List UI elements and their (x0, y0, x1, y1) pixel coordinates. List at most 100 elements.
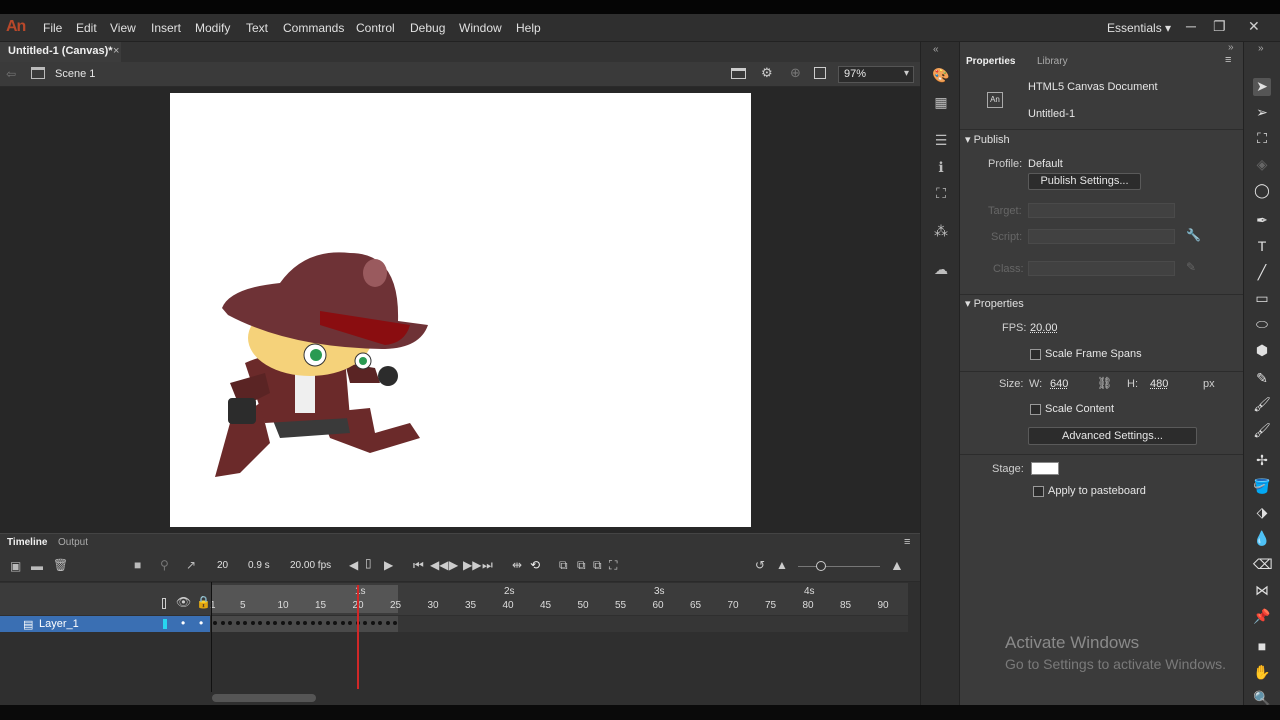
publish-section-header[interactable]: ▾ Publish (965, 133, 1010, 146)
scene-label[interactable]: Scene 1 (55, 68, 95, 80)
cowboy-character[interactable] (170, 93, 751, 527)
layer-lock-dot[interactable]: • (199, 616, 203, 630)
minimize-icon[interactable]: ─ (1186, 18, 1196, 34)
step-back-icon[interactable]: ◀◀ (430, 558, 448, 572)
scale-content-checkbox[interactable] (1030, 404, 1041, 415)
components-icon[interactable]: ⁂ (932, 223, 950, 241)
apply-pasteboard-checkbox[interactable] (1033, 486, 1044, 497)
publish-settings-button[interactable]: Publish Settings... (1028, 173, 1141, 190)
frames-row[interactable] (212, 616, 908, 632)
restore-icon[interactable]: ❐ (1213, 18, 1226, 35)
onion-skin-icon[interactable]: ⧉ (559, 558, 568, 573)
new-layer-icon[interactable]: ▣ (10, 559, 21, 573)
step-forward-icon[interactable]: ▶▶ (463, 558, 481, 572)
menu-file[interactable]: File (43, 21, 62, 35)
stage[interactable] (170, 93, 751, 527)
asset-warp-tool-icon[interactable]: 📌 (1253, 608, 1271, 626)
tab-properties[interactable]: Properties (966, 56, 1015, 67)
close-window-icon[interactable]: ✕ (1248, 18, 1260, 35)
polystar-tool-icon[interactable]: ⬢ (1253, 342, 1271, 360)
menu-view[interactable]: View (110, 21, 136, 35)
eye-icon[interactable]: 👁 (176, 595, 191, 609)
menu-text[interactable]: Text (246, 21, 268, 35)
menu-commands[interactable]: Commands (283, 21, 344, 35)
collapse-dock-icon[interactable]: « (933, 44, 939, 55)
current-frame[interactable]: 20 (217, 560, 228, 571)
menu-control[interactable]: Control (356, 21, 395, 35)
menu-modify[interactable]: Modify (195, 21, 230, 35)
clip-content-icon[interactable] (814, 67, 826, 79)
bone-tool-icon[interactable]: ✢ (1253, 452, 1271, 470)
delete-layer-icon[interactable]: 🗑 (53, 558, 68, 572)
oval-tool-icon[interactable]: ⬭ (1253, 316, 1271, 334)
camera-tool-icon[interactable]: ■ (1253, 638, 1271, 656)
playhead[interactable] (357, 585, 359, 689)
menu-help[interactable]: Help (516, 21, 541, 35)
tab-library[interactable]: Library (1037, 56, 1068, 67)
play-icon[interactable]: ▶ (449, 558, 458, 572)
zoom-select[interactable]: 97% ▾ (838, 66, 914, 83)
line-tool-icon[interactable]: ╱ (1253, 264, 1271, 282)
reset-icon[interactable]: ↺ (755, 558, 765, 572)
width-tool-icon[interactable]: ⋈ (1253, 582, 1271, 600)
color-panel-icon[interactable]: 🎨 (932, 67, 950, 85)
workspace-switcher[interactable]: Essentials ▾ (1107, 21, 1171, 35)
subselection-tool-icon[interactable]: ➢ (1253, 104, 1271, 122)
ink-bottle-tool-icon[interactable]: ⬗ (1253, 504, 1271, 522)
go-to-first-icon[interactable]: ⏮ (413, 558, 424, 573)
next-keyframe-icon[interactable]: ▶ (384, 558, 393, 572)
paint-brush-tool-icon[interactable]: 🖌 (1253, 422, 1271, 440)
menu-insert[interactable]: Insert (151, 21, 181, 35)
link-icon[interactable]: ⛓ (1097, 376, 1112, 390)
free-transform-tool-icon[interactable]: ⛶ (1253, 130, 1271, 148)
cc-libraries-icon[interactable]: ☁ (932, 261, 950, 279)
edit-symbols-icon[interactable]: ⚙ (761, 65, 773, 81)
stage-color-swatch[interactable] (1031, 462, 1059, 475)
swatches-icon[interactable]: ▦ (932, 94, 950, 112)
layer-visible-dot[interactable]: • (181, 616, 185, 630)
selection-tool-icon[interactable]: ➤ (1253, 78, 1271, 96)
snap-icon[interactable]: ⊕ (790, 65, 801, 81)
edit-multiple-frames-icon[interactable]: ⧉ (593, 558, 602, 573)
timeline-ruler[interactable]: 1s 2s 3s 4s 1510152025303540455055606570… (210, 583, 908, 615)
close-tab-icon[interactable]: × (113, 45, 119, 57)
center-frame-icon[interactable]: ⇹ (512, 558, 522, 572)
align-icon[interactable]: ☰ (932, 132, 950, 150)
layer-row[interactable]: ▤ Layer_1 • • (0, 616, 210, 632)
pencil-tool-icon[interactable]: ✎ (1253, 370, 1271, 388)
advanced-settings-button[interactable]: Advanced Settings... (1028, 427, 1197, 445)
panel-menu-icon[interactable]: ≡ (1225, 54, 1231, 66)
outline-toggle-icon[interactable] (162, 598, 166, 609)
3d-rotation-tool-icon[interactable]: ◈ (1253, 156, 1271, 174)
zoom-slider-thumb[interactable] (816, 561, 826, 571)
edit-scene-icon[interactable] (731, 68, 746, 79)
timeline-scrollbar[interactable] (212, 694, 316, 702)
layer-color-swatch[interactable] (163, 619, 167, 629)
info-icon[interactable]: ℹ (932, 159, 950, 177)
lock-icon[interactable]: 🔒 (196, 595, 211, 609)
frame-rate[interactable]: 20.00 fps (290, 560, 331, 571)
expand-tools-icon[interactable]: » (1258, 43, 1264, 54)
loop-icon[interactable]: ⟲ (530, 558, 540, 572)
lasso-tool-icon[interactable]: ◯ (1253, 182, 1271, 200)
menu-edit[interactable]: Edit (76, 21, 97, 35)
pen-tool-icon[interactable]: ✒ (1253, 212, 1271, 230)
hand-tool-icon[interactable]: ✋ (1253, 664, 1271, 682)
panel-menu-icon[interactable]: ≡ (904, 536, 910, 548)
text-tool-icon[interactable]: T (1253, 238, 1271, 256)
new-folder-icon[interactable]: ▬ (31, 559, 43, 573)
current-time[interactable]: 0.9 s (248, 560, 270, 571)
transform-icon[interactable]: ⛶ (932, 185, 950, 203)
zoom-slider-track[interactable] (798, 566, 880, 567)
menu-window[interactable]: Window (459, 21, 502, 35)
insert-keyframe-icon[interactable]: ▯ (365, 556, 372, 570)
prev-keyframe-icon[interactable]: ◀ (349, 558, 358, 572)
go-to-last-icon[interactable]: ⏭ (482, 558, 493, 573)
properties-section-header[interactable]: ▾ Properties (965, 297, 1024, 310)
width-value[interactable]: 640 (1050, 378, 1068, 390)
layer-name[interactable]: Layer_1 (39, 618, 79, 630)
rectangle-tool-icon[interactable]: ▭ (1253, 290, 1271, 308)
tab-output[interactable]: Output (58, 537, 88, 548)
scale-frame-spans-checkbox[interactable] (1030, 349, 1041, 360)
layer-depth-icon[interactable]: ⚲ (160, 558, 169, 572)
